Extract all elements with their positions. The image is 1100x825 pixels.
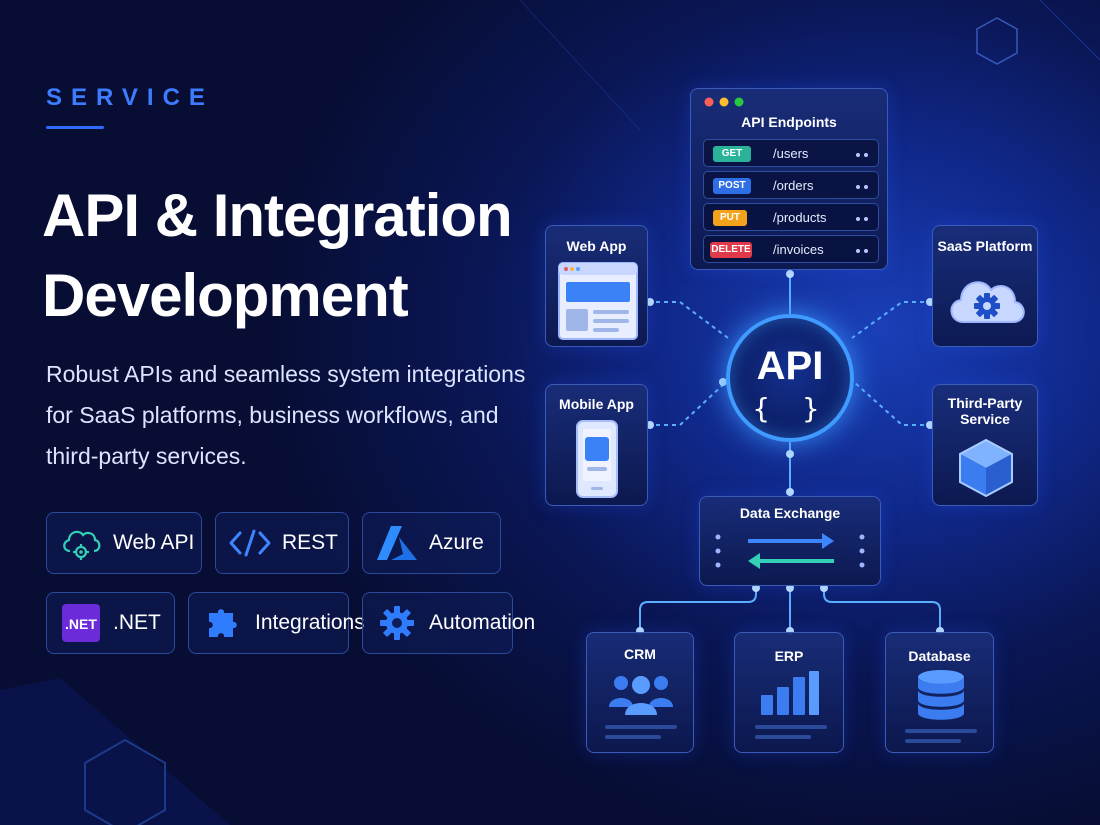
method-badge: PUT	[713, 210, 747, 226]
node-crm: CRM	[586, 632, 694, 753]
node-third-party-label-line-2: Service	[960, 411, 1010, 427]
more-dots-icon	[856, 153, 868, 157]
placeholder-line	[605, 735, 661, 739]
window-controls-icon	[704, 97, 744, 107]
api-hub-label: API	[756, 344, 824, 388]
more-dots-icon	[856, 249, 868, 253]
node-third-party-service: Third-Party Service	[932, 384, 1038, 506]
node-mobile-app: Mobile App	[545, 384, 648, 506]
placeholder-line	[755, 735, 811, 739]
node-erp: ERP	[734, 632, 844, 753]
node-saas-platform-label: SaaS Platform	[937, 238, 1033, 254]
node-web-app-label: Web App	[566, 238, 627, 254]
placeholder-line	[755, 725, 827, 729]
node-data-exchange: Data Exchange	[699, 496, 881, 586]
endpoint-path: /products	[773, 210, 827, 225]
endpoint-path: /invoices	[773, 242, 824, 257]
node-database: Database	[885, 632, 994, 753]
exchange-arrows-icon	[715, 533, 865, 569]
infographic-canvas: SERVICE API & Integration Development Ro…	[0, 0, 1100, 825]
api-endpoints-title: API Endpoints	[741, 114, 837, 130]
method-badge: GET	[713, 146, 751, 162]
curly-braces-icon: { }	[752, 392, 828, 425]
method-badge: POST	[713, 178, 751, 194]
more-dots-icon	[856, 217, 868, 221]
node-data-exchange-label: Data Exchange	[739, 505, 841, 521]
placeholder-line	[905, 729, 977, 733]
api-endpoints-panel: API Endpoints GET /users POST /orders PU…	[690, 88, 888, 270]
more-dots-icon	[856, 185, 868, 189]
node-database-label: Database	[908, 648, 971, 664]
smartphone-icon	[576, 420, 618, 498]
node-erp-label: ERP	[774, 648, 804, 664]
node-crm-label: CRM	[624, 646, 656, 662]
endpoint-row: PUT /products	[703, 203, 879, 231]
database-icon	[918, 670, 964, 720]
node-third-party-label-line-1: Third-Party	[947, 395, 1023, 411]
users-group-icon	[609, 676, 673, 715]
endpoint-row: POST /orders	[703, 171, 879, 199]
placeholder-line	[605, 725, 677, 729]
endpoint-row: GET /users	[703, 139, 879, 167]
browser-window-icon	[558, 262, 638, 340]
bar-chart-icon	[761, 671, 819, 715]
method-badge: DELETE	[710, 242, 752, 258]
placeholder-line	[905, 739, 961, 743]
node-saas-platform: SaaS Platform	[932, 225, 1038, 347]
endpoint-row: DELETE /invoices	[703, 235, 879, 263]
node-third-party-label: Third-Party Service	[933, 395, 1037, 427]
endpoint-path: /orders	[773, 178, 814, 193]
node-web-app: Web App	[545, 225, 648, 347]
api-hub-circle: API { }	[726, 314, 854, 442]
node-mobile-app-label: Mobile App	[559, 396, 634, 412]
endpoint-path: /users	[773, 146, 809, 161]
cube-icon	[959, 438, 1013, 498]
cloud-gear-icon	[950, 281, 1025, 323]
